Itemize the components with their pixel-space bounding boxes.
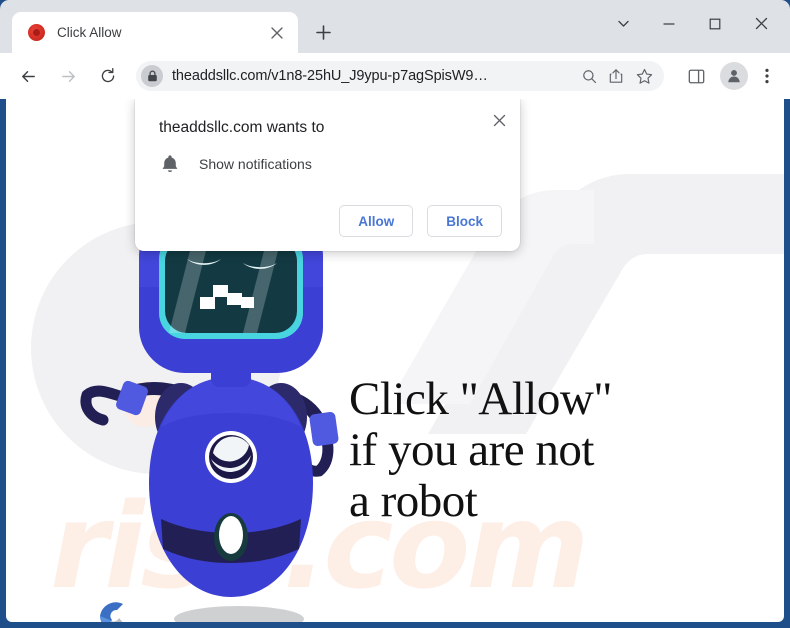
tab-search-chevron-down-icon[interactable] [600, 5, 646, 43]
new-tab-button[interactable] [308, 17, 338, 47]
headline-line-1: Click "Allow" [349, 373, 612, 425]
close-icon[interactable] [486, 107, 512, 133]
maximize-button[interactable] [692, 5, 738, 43]
close-tab-icon[interactable] [266, 22, 288, 44]
profile-avatar[interactable] [720, 62, 748, 90]
forward-button-icon[interactable] [51, 59, 85, 93]
permission-dialog-actions: Allow Block [339, 205, 502, 237]
lock-icon[interactable] [141, 65, 163, 87]
tab-favicon-icon [28, 24, 45, 41]
browser-window: Click Allow theaddsllc.com/v1n8-25hU_J9y… [0, 0, 790, 628]
browser-tab[interactable]: Click Allow [12, 12, 298, 53]
tab-title: Click Allow [57, 25, 122, 40]
window-controls [600, 0, 784, 47]
url-text: theaddsllc.com/v1n8-25hU_J9ypu-p7agSpisW… [172, 68, 488, 84]
reload-button-icon[interactable] [91, 59, 125, 93]
tab-strip: Click Allow [0, 0, 790, 53]
allow-button[interactable]: Allow [339, 205, 414, 237]
tab-strip-padding [0, 0, 12, 53]
three-dot-menu-icon[interactable] [752, 60, 782, 92]
back-button-icon[interactable] [11, 59, 45, 93]
bell-icon [162, 155, 178, 173]
minimize-button[interactable] [646, 5, 692, 43]
side-panel-icon[interactable] [680, 60, 712, 92]
headline-line-2: if you are not [349, 424, 594, 476]
permission-option-label: Show notifications [199, 156, 312, 172]
permission-option-row: Show notifications [159, 153, 312, 175]
headline-line-3: a robot [349, 475, 478, 527]
close-window-button[interactable] [738, 5, 784, 43]
share-icon[interactable] [602, 62, 630, 90]
zoom-search-icon[interactable] [576, 63, 602, 89]
ecaptcha-logo: E-CAPTCHA [76, 594, 148, 622]
block-button[interactable]: Block [427, 205, 502, 237]
robot-mascot-illustration [80, 217, 339, 622]
browser-toolbar: theaddsllc.com/v1n8-25hU_J9ypu-p7agSpisW… [0, 53, 790, 99]
address-bar[interactable]: theaddsllc.com/v1n8-25hU_J9ypu-p7agSpisW… [136, 61, 664, 91]
page-headline: Click "Allow" if you are not a robot [349, 374, 612, 527]
ecaptcha-c-mark-icon [100, 602, 123, 622]
page-viewport: risa.com Click "Allow" if you are not a … [6, 99, 784, 622]
notification-permission-dialog: theaddsllc.com wants to Show notificatio… [135, 99, 520, 251]
permission-dialog-title: theaddsllc.com wants to [159, 119, 325, 136]
bookmark-star-icon[interactable] [630, 62, 658, 90]
